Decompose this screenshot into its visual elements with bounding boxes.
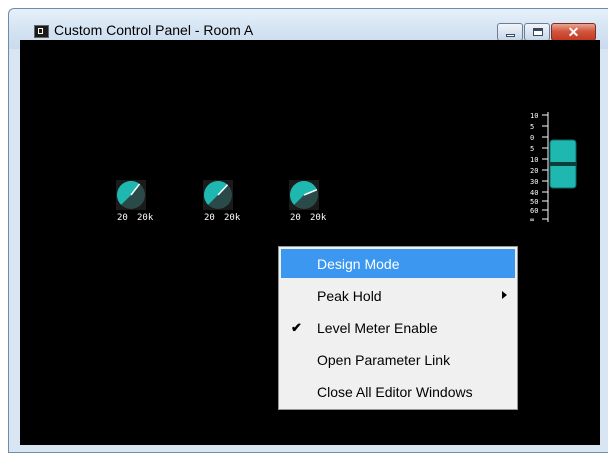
close-icon: ✕ [567, 24, 580, 40]
context-menu: Design Mode Peak Hold ✔ Level Meter Enab… [278, 246, 518, 410]
menu-item-peak-hold[interactable]: Peak Hold [281, 281, 515, 310]
minimize-icon [506, 34, 515, 37]
frequency-knob-2[interactable]: 20 20k [202, 179, 248, 223]
fader-scale-label: 10 [530, 156, 538, 164]
window-title: Custom Control Panel - Room A [54, 22, 254, 38]
fader-scale-label: 50 [530, 198, 538, 206]
menu-item-level-meter-enable[interactable]: ✔ Level Meter Enable [281, 313, 515, 342]
frequency-knob-1[interactable]: 20 20k [115, 179, 161, 223]
close-button[interactable]: ✕ [551, 23, 596, 41]
minimize-button[interactable] [497, 23, 523, 41]
knob-min-label: 20 [204, 213, 215, 223]
menu-item-design-mode[interactable]: Design Mode [281, 249, 515, 278]
knob-max-label: 20k [224, 213, 241, 223]
maximize-button[interactable] [524, 23, 550, 41]
checkmark-icon: ✔ [291, 320, 302, 335]
menu-item-open-parameter-link[interactable]: Open Parameter Link [281, 345, 515, 374]
knob-min-label: 20 [290, 213, 301, 223]
menu-item-label: Close All Editor Windows [317, 384, 473, 400]
knob-dial-icon [203, 180, 233, 210]
app-icon[interactable] [34, 25, 49, 38]
maximize-icon [533, 28, 543, 36]
fader-scale-label: 0 [530, 134, 534, 142]
knob-max-label: 20k [137, 213, 154, 223]
knob-dial-icon [289, 180, 319, 210]
fader-scale-label: 5 [530, 145, 534, 153]
menu-item-label: Open Parameter Link [317, 352, 451, 368]
menu-item-label: Peak Hold [317, 288, 382, 304]
knob-dial-icon [116, 180, 146, 210]
fader-scale-label: 10 [530, 112, 538, 120]
fader-cap-line [550, 162, 576, 166]
fader-scale-label: 20 [530, 167, 538, 175]
fader-scale-label: 30 [530, 178, 538, 186]
fader-scale-label: 60 [530, 207, 538, 215]
fader-scale: 10505102030405060∞ [530, 112, 577, 224]
frequency-knob-3[interactable]: 20 20k [288, 179, 334, 223]
menu-item-label: Design Mode [317, 256, 400, 272]
fader-scale-label: ∞ [530, 216, 534, 224]
level-fader[interactable]: 10 5 0 5 10 20 30 40 50 60 ∞ [530, 110, 580, 280]
fader-scale-label: 40 [530, 189, 538, 197]
fader-scale-label: 5 [530, 123, 534, 131]
submenu-arrow-icon [502, 291, 507, 299]
menu-item-close-all-editor-windows[interactable]: Close All Editor Windows [281, 377, 515, 406]
knob-max-label: 20k [310, 213, 327, 223]
knob-min-label: 20 [117, 213, 128, 223]
menu-item-label: Level Meter Enable [317, 320, 438, 336]
